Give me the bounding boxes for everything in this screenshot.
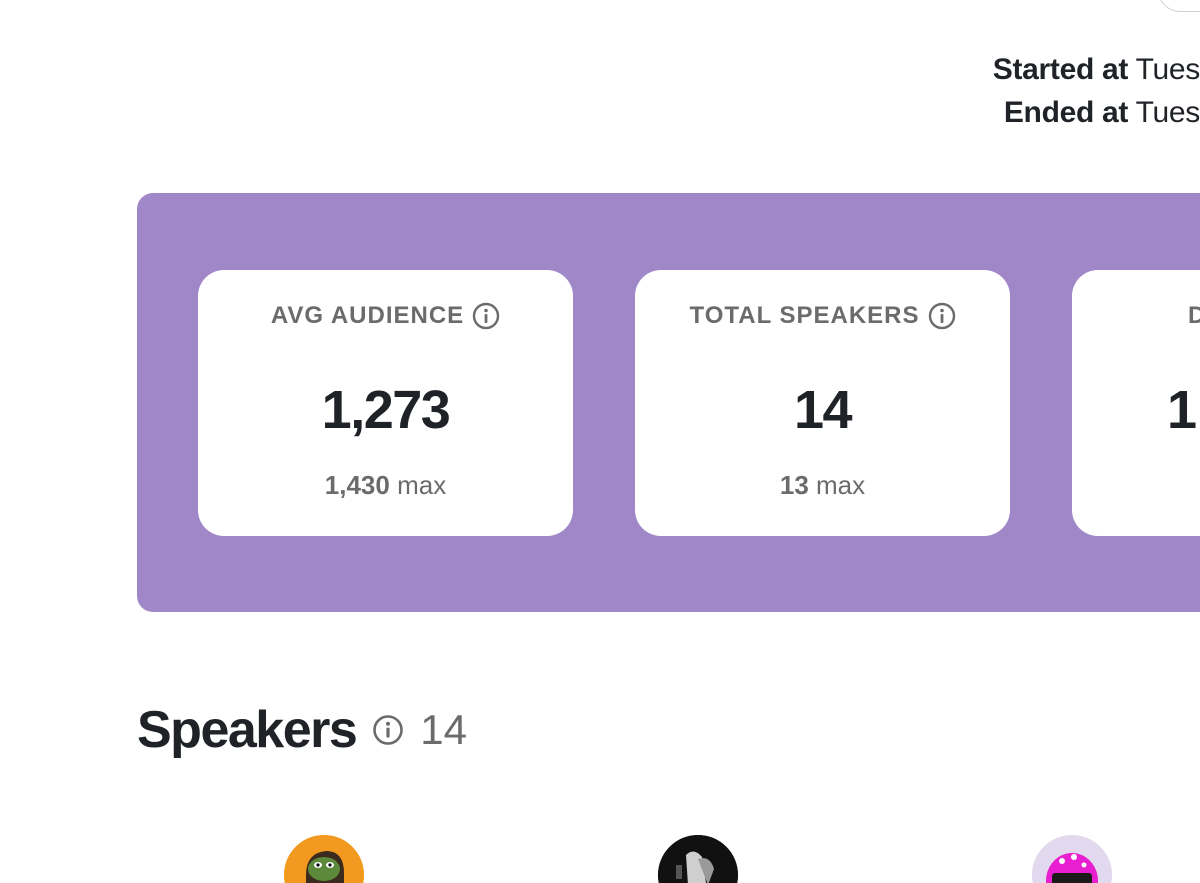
speakers-title: Speakers [137, 701, 358, 759]
speaker-avatar-2[interactable] [658, 835, 738, 883]
page: Started at Tues Ended at Tues AVG AUDIEN… [0, 0, 1200, 883]
speaker-avatar-3[interactable] [1032, 835, 1112, 883]
avatar-image [284, 835, 364, 883]
avatar-image [1032, 835, 1112, 883]
info-icon[interactable] [928, 302, 956, 330]
avatar-image [658, 835, 738, 883]
stats-panel: AVG AUDIENCE 1,273 1,430 max TOTAL SPEAK… [137, 193, 1200, 612]
stat-title-text: AVG AUDIENCE [270, 302, 465, 329]
top-right-control[interactable] [1158, 0, 1200, 12]
info-icon[interactable] [372, 714, 404, 746]
speakers-heading: Speakers 14 [137, 700, 467, 760]
stat-card-partial: D 1 [1072, 270, 1200, 536]
speaker-avatar-1[interactable] [284, 835, 364, 883]
stat-sub-value: 1,430 [324, 470, 390, 500]
stat-title: D [1072, 302, 1200, 330]
stat-title: AVG AUDIENCE [198, 302, 573, 330]
stat-title: TOTAL SPEAKERS [635, 302, 1010, 330]
stat-sub: 1,430 max [198, 470, 573, 501]
stat-sub-label: max [397, 470, 447, 500]
stat-sub: 13 max [635, 470, 1010, 501]
stat-value: 1,273 [321, 380, 451, 440]
started-value: Tues [1135, 53, 1200, 86]
stat-value: 1 [1167, 380, 1197, 440]
stat-title-text: TOTAL SPEAKERS [689, 302, 920, 329]
stat-card-total-speakers: TOTAL SPEAKERS 14 13 max [635, 270, 1010, 536]
ended-value: Tues [1135, 96, 1200, 129]
stat-card-avg-audience: AVG AUDIENCE 1,273 1,430 max [198, 270, 573, 536]
stat-title-text: D [1188, 302, 1200, 329]
info-icon[interactable] [472, 302, 500, 330]
ended-label: Ended at [1003, 96, 1129, 129]
ended-row: Ended at Tues [900, 91, 1200, 134]
started-row: Started at Tues [900, 48, 1200, 91]
stat-sub-value: 13 [779, 470, 809, 500]
started-label: Started at [992, 53, 1129, 86]
speakers-count: 14 [420, 706, 468, 753]
space-times: Started at Tues Ended at Tues [900, 48, 1200, 134]
stat-value: 14 [793, 380, 853, 440]
stat-sub-label: max [816, 470, 866, 500]
